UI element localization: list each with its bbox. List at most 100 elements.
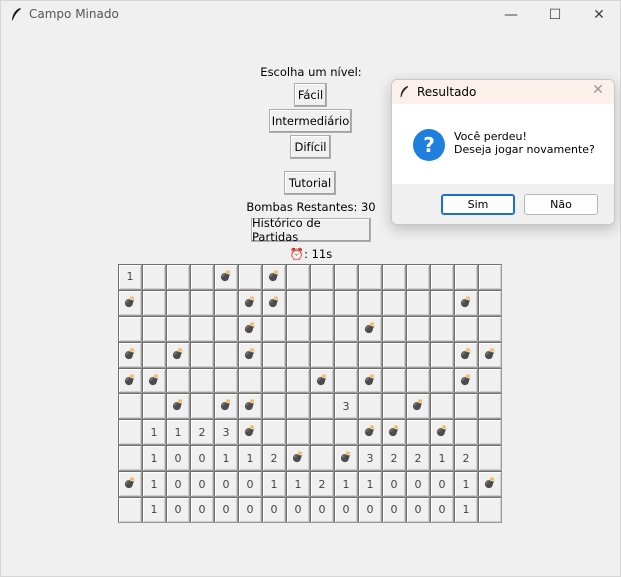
grid-cell[interactable]: 2 xyxy=(310,471,334,498)
grid-cell[interactable] xyxy=(142,289,166,316)
grid-cell[interactable] xyxy=(214,367,238,394)
grid-cell[interactable] xyxy=(478,289,502,316)
grid-cell[interactable] xyxy=(262,393,286,420)
grid-cell[interactable]: 0 xyxy=(214,471,238,498)
grid-cell[interactable] xyxy=(190,393,214,420)
grid-cell[interactable]: 💣 xyxy=(334,445,358,472)
grid-cell[interactable]: 💣 xyxy=(166,393,190,420)
grid-cell[interactable] xyxy=(478,419,502,446)
grid-cell[interactable] xyxy=(430,264,454,290)
grid-cell[interactable] xyxy=(430,393,454,420)
grid-cell[interactable]: 1 xyxy=(358,471,382,498)
dialog-close-icon[interactable]: ✕ xyxy=(590,82,606,100)
grid-cell[interactable] xyxy=(118,393,142,420)
grid-cell[interactable]: 💣 xyxy=(478,471,502,498)
grid-cell[interactable] xyxy=(478,393,502,420)
grid-cell[interactable] xyxy=(310,393,334,420)
grid-cell[interactable] xyxy=(382,367,406,394)
grid-cell[interactable] xyxy=(406,264,430,290)
grid-cell[interactable] xyxy=(454,393,478,420)
grid-cell[interactable] xyxy=(142,393,166,420)
grid-cell[interactable] xyxy=(286,289,310,316)
grid-cell[interactable]: 1 xyxy=(286,471,310,498)
grid-cell[interactable]: 0 xyxy=(190,471,214,498)
grid-cell[interactable] xyxy=(214,341,238,368)
minimize-button[interactable]: — xyxy=(488,1,534,29)
grid-cell[interactable] xyxy=(334,341,358,368)
grid-cell[interactable] xyxy=(454,264,478,290)
title-bar[interactable]: Campo Minado — ☐ ✕ xyxy=(1,1,620,29)
grid-cell[interactable] xyxy=(286,367,310,394)
grid-cell[interactable]: 💣 xyxy=(454,289,478,316)
grid-cell[interactable] xyxy=(478,367,502,394)
grid-cell[interactable] xyxy=(142,264,166,290)
grid-cell[interactable]: 💣 xyxy=(262,264,286,290)
grid-cell[interactable] xyxy=(142,341,166,368)
grid-cell[interactable] xyxy=(382,315,406,342)
grid-cell[interactable]: 💣 xyxy=(454,367,478,394)
grid-cell[interactable] xyxy=(262,419,286,446)
grid-cell[interactable] xyxy=(190,341,214,368)
grid-cell[interactable]: 💣 xyxy=(238,341,262,368)
grid-cell[interactable]: 💣 xyxy=(430,419,454,446)
grid-cell[interactable] xyxy=(334,419,358,446)
grid-cell[interactable]: 1 xyxy=(262,471,286,498)
grid-cell[interactable]: 0 xyxy=(406,497,430,523)
grid-cell[interactable]: 💣 xyxy=(238,315,262,342)
grid-cell[interactable]: 1 xyxy=(334,471,358,498)
grid-cell[interactable] xyxy=(310,264,334,290)
grid-cell[interactable]: 0 xyxy=(166,471,190,498)
grid-cell[interactable]: 💣 xyxy=(382,419,406,446)
grid-cell[interactable]: 0 xyxy=(382,471,406,498)
no-button[interactable]: Não xyxy=(524,194,598,215)
grid-cell[interactable]: 2 xyxy=(406,445,430,472)
grid-cell[interactable] xyxy=(358,289,382,316)
grid-cell[interactable] xyxy=(382,393,406,420)
grid-cell[interactable] xyxy=(406,367,430,394)
grid-cell[interactable] xyxy=(190,367,214,394)
grid-cell[interactable]: 1 xyxy=(118,264,142,290)
grid-cell[interactable]: 0 xyxy=(430,497,454,523)
grid-cell[interactable]: 0 xyxy=(262,497,286,523)
grid-cell[interactable]: 💣 xyxy=(286,445,310,472)
grid-cell[interactable] xyxy=(286,419,310,446)
grid-cell[interactable]: 1 xyxy=(454,471,478,498)
grid-cell[interactable] xyxy=(406,289,430,316)
grid-cell[interactable]: 2 xyxy=(454,445,478,472)
grid-cell[interactable]: 💣 xyxy=(238,289,262,316)
grid-cell[interactable] xyxy=(286,341,310,368)
grid-cell[interactable] xyxy=(166,367,190,394)
grid-cell[interactable] xyxy=(334,289,358,316)
grid-cell[interactable] xyxy=(310,445,334,472)
grid-cell[interactable] xyxy=(382,264,406,290)
grid-cell[interactable] xyxy=(214,315,238,342)
grid-cell[interactable]: 💣 xyxy=(118,341,142,368)
grid-cell[interactable] xyxy=(238,367,262,394)
grid-cell[interactable]: 💣 xyxy=(262,289,286,316)
grid-cell[interactable]: 💣 xyxy=(166,341,190,368)
grid-cell[interactable] xyxy=(262,315,286,342)
grid-cell[interactable] xyxy=(334,315,358,342)
grid-cell[interactable] xyxy=(190,264,214,290)
grid-cell[interactable] xyxy=(118,315,142,342)
grid-cell[interactable] xyxy=(430,367,454,394)
grid-cell[interactable] xyxy=(310,419,334,446)
grid-cell[interactable] xyxy=(310,315,334,342)
intermediate-button[interactable]: Intermediário xyxy=(269,109,352,133)
grid-cell[interactable]: 1 xyxy=(142,471,166,498)
grid-cell[interactable]: 0 xyxy=(310,497,334,523)
grid-cell[interactable]: 💣 xyxy=(118,289,142,316)
grid-cell[interactable] xyxy=(190,289,214,316)
grid-cell[interactable]: 💣 xyxy=(214,393,238,420)
grid-cell[interactable]: 0 xyxy=(214,497,238,523)
grid-cell[interactable]: 💣 xyxy=(214,264,238,290)
grid-cell[interactable] xyxy=(286,264,310,290)
grid-cell[interactable] xyxy=(406,419,430,446)
grid-cell[interactable] xyxy=(430,341,454,368)
grid-cell[interactable]: 💣 xyxy=(478,341,502,368)
grid-cell[interactable]: 1 xyxy=(430,445,454,472)
grid-cell[interactable]: 💣 xyxy=(358,315,382,342)
grid-cell[interactable]: 💣 xyxy=(358,419,382,446)
grid-cell[interactable]: 3 xyxy=(334,393,358,420)
grid-cell[interactable] xyxy=(166,264,190,290)
